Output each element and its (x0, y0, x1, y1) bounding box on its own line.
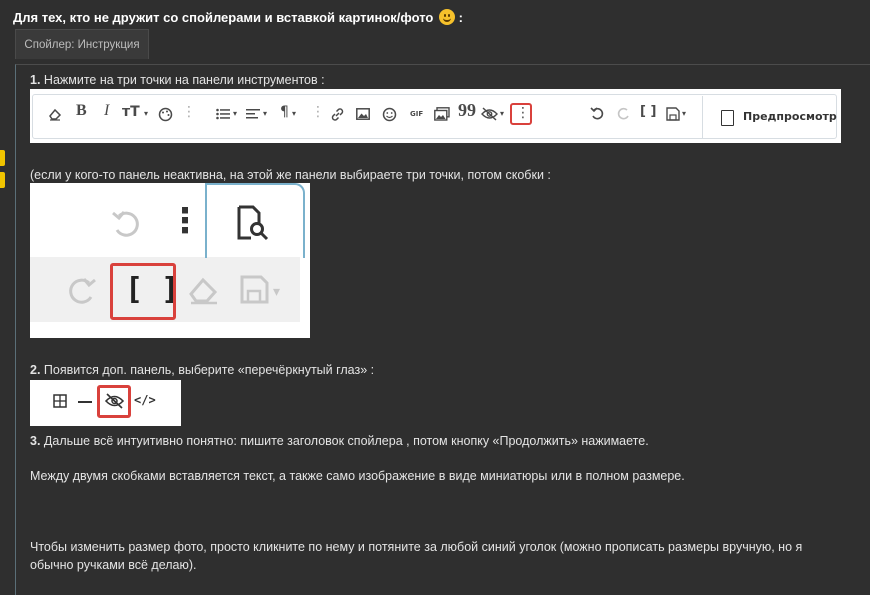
post-title-suffix: : (458, 10, 463, 25)
brackets-button[interactable]: [ ] (640, 104, 656, 119)
eraser-icon (49, 108, 62, 121)
more-dots-icon: ⋮ (182, 104, 196, 120)
step-1-text: 1. Нажмите на три точки на панели инстру… (30, 73, 325, 87)
list-icon[interactable] (216, 108, 230, 120)
code-icon: </> (134, 393, 156, 407)
undo-icon[interactable] (590, 106, 605, 121)
more-dots-icon: ⋮ (168, 201, 202, 241)
document-search-icon (237, 205, 269, 241)
chevron-down-icon: ▾ (273, 283, 281, 299)
preview-label: Предпросмотр (743, 110, 837, 123)
step-3-text: 3. Дальше всё интуитивно понятно: пишите… (30, 434, 649, 448)
zoomed-panel-screenshot: ⋮ [ ] ▾ (30, 183, 310, 338)
horizontal-line-icon (78, 401, 92, 403)
redo-icon (69, 278, 96, 304)
toolbar-screenshot: B I тT ▾ ⋮ ▾ ▾ ¶ ▾ ⋮ GIF 99 ▾ ⋮ [ ] ▾ Пр… (30, 89, 841, 143)
inactive-panel-note: (если у кого-то панель неактивна, на это… (30, 168, 551, 182)
image-icon[interactable] (356, 108, 370, 120)
save-icon[interactable] (666, 107, 680, 121)
document-search-icon (721, 110, 734, 126)
side-marker (0, 150, 5, 166)
preview-button[interactable]: Предпросмотр (702, 96, 839, 138)
more-options-button[interactable]: ⋮ (516, 105, 530, 121)
table-icon (53, 394, 67, 408)
quote-button[interactable]: 99 (458, 100, 476, 121)
emoji-icon[interactable] (382, 107, 397, 122)
italic-button[interactable]: I (104, 102, 109, 120)
bold-button[interactable]: B (76, 102, 87, 120)
text-size-button[interactable]: тT (122, 104, 140, 120)
palette-icon[interactable] (158, 107, 173, 122)
undo-icon (112, 211, 139, 237)
resize-text-line2: обычно ручками всё делаю). (30, 558, 197, 572)
chevron-down-icon: ▾ (263, 109, 268, 118)
chevron-down-icon: ▾ (500, 109, 505, 118)
post-title: Для тех, кто не дружит со спойлерами и в… (13, 9, 463, 25)
resize-text-line1: Чтобы изменить размер фото, просто кликн… (30, 540, 803, 554)
spoiler-toggle-button[interactable]: Спойлер: Инструкция (15, 29, 149, 59)
align-icon[interactable] (246, 108, 260, 120)
brackets-button[interactable]: [ ] (125, 272, 179, 307)
gif-button[interactable]: GIF (410, 110, 423, 118)
link-icon[interactable] (330, 107, 345, 122)
post-title-text: Для тех, кто не дружит со спойлерами и в… (13, 10, 434, 25)
step-2-text: 2. Появится доп. панель, выберите «переч… (30, 363, 375, 377)
eye-off-icon[interactable] (481, 107, 498, 121)
gallery-icon[interactable] (434, 107, 450, 121)
more-dots-icon: ⋮ (311, 104, 325, 120)
extra-panel-screenshot: </> (30, 380, 181, 426)
chevron-down-icon: ▾ (292, 109, 297, 118)
chevron-down-icon: ▾ (144, 109, 149, 118)
redo-icon (617, 107, 629, 120)
eraser-icon (189, 277, 218, 305)
paragraph-button[interactable]: ¶ (280, 104, 289, 120)
side-marker (0, 172, 5, 188)
eye-off-icon[interactable] (105, 393, 124, 409)
smile-emoji-icon (438, 9, 455, 25)
save-icon (240, 275, 269, 304)
between-brackets-text: Между двумя скобками вставляется текст, … (30, 469, 685, 483)
chevron-down-icon: ▾ (682, 109, 687, 118)
chevron-down-icon: ▾ (233, 109, 238, 118)
